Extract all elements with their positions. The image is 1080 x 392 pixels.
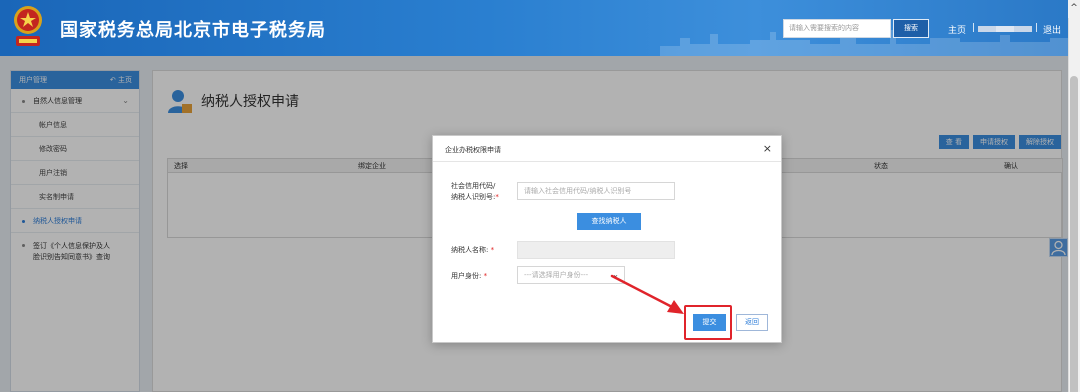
required-mark: * bbox=[483, 272, 488, 280]
find-taxpayer-button[interactable]: 查找纳税人 bbox=[577, 213, 641, 230]
identity-label: 用户身份: * bbox=[451, 272, 488, 280]
back-button[interactable]: 返回 bbox=[736, 314, 768, 331]
search-button[interactable]: 搜索 bbox=[893, 19, 929, 38]
chevron-down-icon: ⌄ bbox=[612, 270, 619, 279]
required-mark: * bbox=[495, 193, 499, 201]
site-title: 国家税务总局北京市电子税务局 bbox=[60, 20, 326, 41]
search-input[interactable]: 请输入需要搜索的内容 bbox=[783, 19, 891, 38]
submit-button[interactable]: 提交 bbox=[693, 314, 726, 331]
identity-select[interactable]: ---请选择用户身份--- ⌄ bbox=[517, 266, 625, 284]
taxpayer-name-field bbox=[517, 241, 675, 259]
nav-home-link[interactable]: 主页 bbox=[948, 23, 966, 36]
page-scrollbar[interactable] bbox=[1068, 18, 1080, 392]
scroll-up-button[interactable]: ^ bbox=[1068, 0, 1080, 18]
close-icon[interactable]: × bbox=[763, 142, 772, 155]
credit-code-input[interactable]: 请输入社会信用代码/纳税人识别号 bbox=[517, 182, 675, 200]
national-emblem-icon bbox=[14, 6, 42, 46]
required-mark: * bbox=[490, 246, 495, 254]
dialog-header: 企业办税权限申请 × bbox=[433, 136, 781, 162]
masked-username bbox=[978, 26, 1032, 32]
nav-separator: | bbox=[972, 23, 976, 33]
top-header: 国家税务总局北京市电子税务局 请输入需要搜索的内容 搜索 主页 | | 退出 ^ bbox=[0, 0, 1080, 56]
dialog-title: 企业办税权限申请 bbox=[445, 146, 501, 154]
nav-separator: | bbox=[1035, 23, 1039, 33]
auth-apply-dialog: 企业办税权限申请 × 社会信用代码/ 纳税人识别号:* 请输入社会信用代码/纳税… bbox=[432, 135, 782, 343]
taxpayer-name-label: 纳税人名称: * bbox=[451, 246, 495, 254]
credit-code-label: 社会信用代码/ 纳税人识别号:* bbox=[451, 182, 499, 201]
scrollbar-thumb[interactable] bbox=[1070, 76, 1078, 392]
logout-link[interactable]: 退出 bbox=[1043, 23, 1061, 36]
